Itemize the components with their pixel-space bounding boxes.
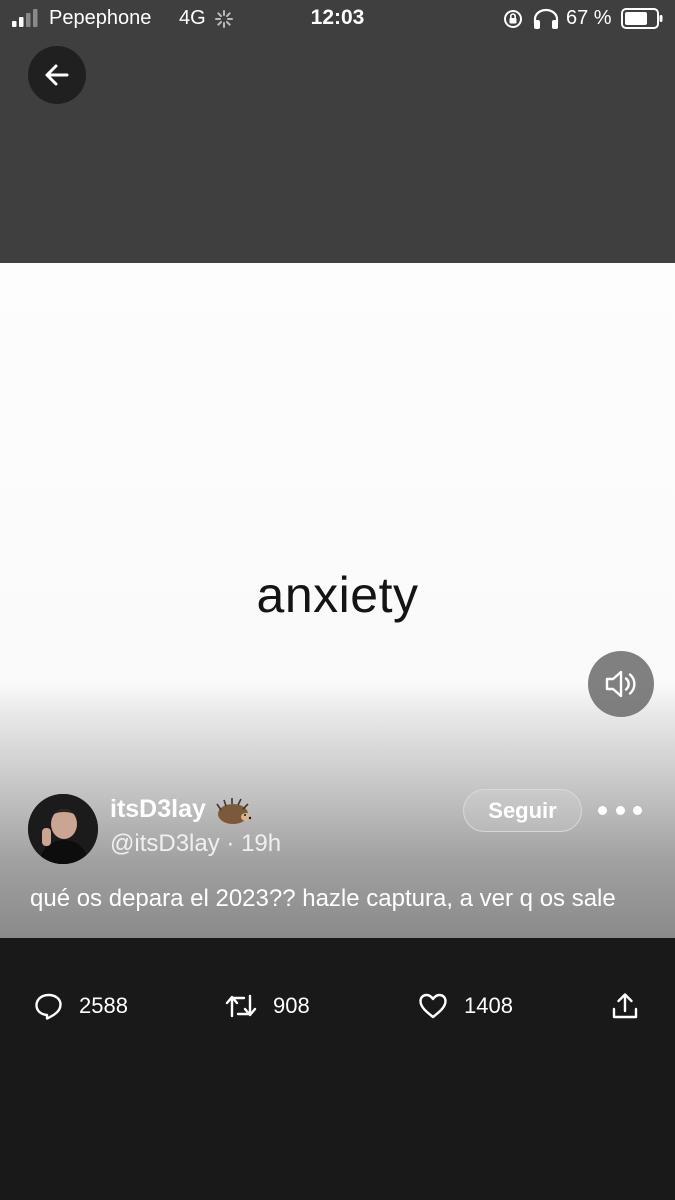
retweet-button[interactable]: 908	[225, 980, 310, 1032]
retweet-count: 908	[273, 993, 310, 1018]
more-dot-icon	[615, 805, 625, 815]
reply-bubble-icon	[35, 993, 62, 1020]
more-dot-icon	[633, 805, 642, 815]
battery-percentage: 67 %	[566, 7, 612, 29]
arrow-left-icon	[45, 64, 69, 86]
more-dot-icon	[598, 805, 607, 815]
follow-button[interactable]: Seguir	[463, 789, 582, 832]
tweet-video[interactable]: anxiety	[0, 263, 675, 938]
share-upload-icon	[612, 993, 638, 1019]
tweet-age: 19h	[241, 830, 282, 857]
avatar-photo	[28, 794, 98, 864]
share-button[interactable]	[610, 980, 656, 1032]
author-handle[interactable]: @itsD3lay	[110, 830, 220, 857]
sound-toggle-button[interactable]	[588, 651, 654, 717]
like-button[interactable]: 1408	[418, 980, 513, 1032]
video-caption-text: anxiety	[256, 567, 419, 623]
speaker-icon	[605, 670, 636, 698]
hedgehog-emoji-icon	[216, 798, 251, 824]
reply-count: 2588	[79, 993, 128, 1018]
tweet-actions-bar: 2588 908 1408	[0, 980, 675, 1032]
heart-icon	[419, 993, 447, 1019]
headphones-icon	[533, 8, 559, 29]
like-count: 1408	[464, 993, 513, 1018]
top-bar-background	[0, 0, 675, 263]
status-bar: Pepephone 4G 12:03 67 %	[0, 0, 675, 38]
author-display-name[interactable]: itsD3lay	[110, 795, 206, 824]
reply-button[interactable]: 2588	[34, 980, 128, 1032]
back-button[interactable]	[28, 46, 86, 104]
author-handle-line: @itsD3lay · 19h	[110, 830, 281, 858]
more-options-button[interactable]	[598, 796, 642, 824]
meta-separator: ·	[226, 830, 235, 857]
tweet-text: qué os depara el 2023?? hazle captura, a…	[30, 885, 616, 912]
avatar[interactable]	[28, 794, 98, 864]
retweet-icon	[225, 994, 257, 1018]
orientation-lock-icon	[504, 10, 522, 28]
battery-icon	[621, 8, 663, 29]
